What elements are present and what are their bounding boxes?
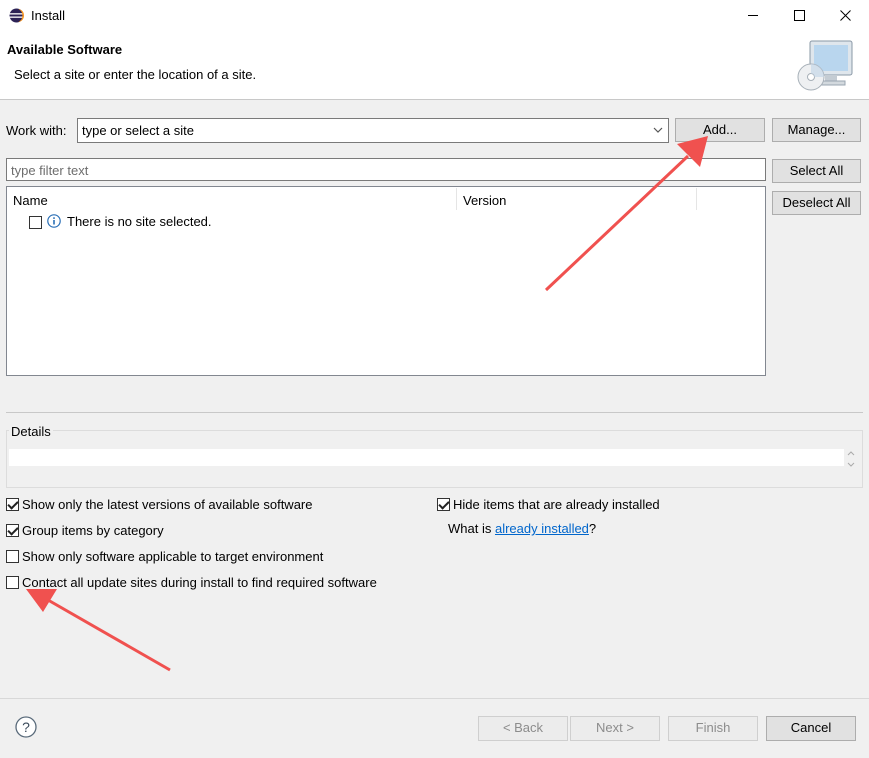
annotation-arrows bbox=[26, 136, 708, 672]
help-icon[interactable]: ? bbox=[15, 716, 37, 738]
back-button[interactable]: < Back bbox=[478, 716, 568, 741]
finish-button[interactable]: Finish bbox=[668, 716, 758, 741]
cancel-button[interactable]: Cancel bbox=[766, 716, 856, 741]
svg-text:?: ? bbox=[22, 719, 30, 735]
next-button[interactable]: Next > bbox=[570, 716, 660, 741]
annotation-arrow-contact bbox=[26, 589, 171, 672]
annotation-arrow-add bbox=[544, 136, 708, 292]
footer-divider bbox=[0, 698, 869, 699]
